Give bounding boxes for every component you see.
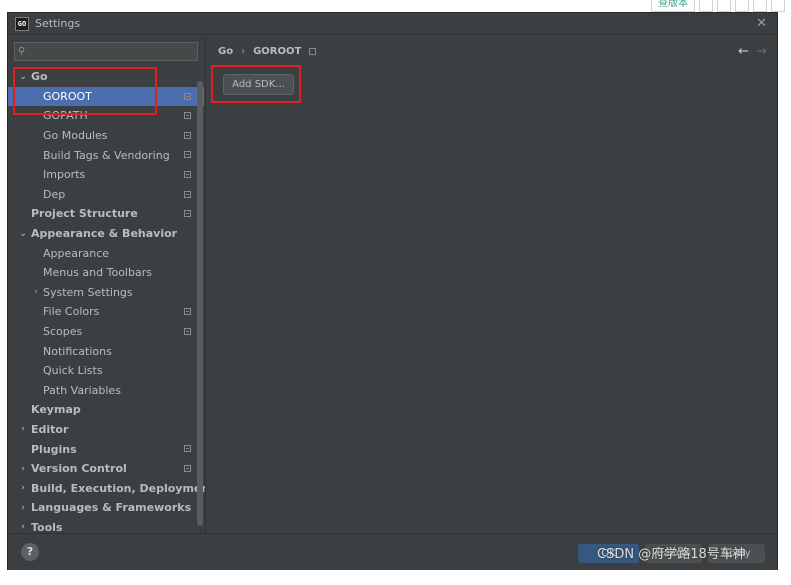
project-level-icon xyxy=(309,48,317,55)
sidebar-scrollbar[interactable] xyxy=(197,81,203,526)
host-toolbar-button[interactable]: 查版本 xyxy=(651,0,695,12)
chevron-right-icon[interactable]: › xyxy=(18,483,28,493)
window-title: Settings xyxy=(35,17,81,30)
tree-item-label: Scopes xyxy=(43,325,83,339)
tree-item-dep[interactable]: Dep xyxy=(8,185,204,205)
tree-item-label: Appearance & Behavior xyxy=(31,227,178,241)
breadcrumb: Go › GOROOT xyxy=(218,46,317,57)
tree-item-go-modules[interactable]: Go Modules xyxy=(8,126,204,146)
tree-item-build-tags-vendoring[interactable]: Build Tags & Vendoring xyxy=(8,145,204,165)
tree-item-build-execution-deployment[interactable]: › Build, Execution, Deployment xyxy=(8,478,214,498)
tree-item-label: Quick Lists xyxy=(43,364,103,378)
tree-item-notifications[interactable]: Notifications xyxy=(8,341,204,361)
tree-item-label: Languages & Frameworks xyxy=(31,501,192,515)
project-level-icon xyxy=(184,170,191,178)
settings-dialog: GO Settings ✕ ⚲ ⌄ Go GOROOT GOPATH Go Module… xyxy=(7,12,778,570)
close-icon[interactable]: ✕ xyxy=(756,16,767,31)
tree-item-label: Keymap xyxy=(31,403,81,417)
forward-arrow-icon[interactable]: → xyxy=(756,44,767,59)
tree-item-languages-frameworks[interactable]: › Languages & Frameworks xyxy=(8,498,204,518)
tree-item-label: Menus and Toolbars xyxy=(43,266,152,280)
tree-item-label: Imports xyxy=(43,168,86,182)
tree-item-label: Notifications xyxy=(43,344,112,358)
tree-item-label: Editor xyxy=(31,422,69,436)
tree-item-label: Dep xyxy=(43,187,66,201)
project-level-icon xyxy=(184,327,191,335)
host-toolbar-button[interactable] xyxy=(717,0,731,12)
tree-item-path-variables[interactable]: Path Variables xyxy=(8,381,204,401)
chevron-down-icon[interactable]: ⌄ xyxy=(18,229,28,239)
tree-item-label: Build Tags & Vendoring xyxy=(43,148,170,162)
host-toolbar-button[interactable] xyxy=(771,0,785,12)
project-level-icon xyxy=(184,112,191,120)
tree-item-scopes[interactable]: Scopes xyxy=(8,322,204,342)
project-level-icon xyxy=(184,151,191,159)
help-button[interactable]: ? xyxy=(21,543,39,561)
tree-item-menus-and-toolbars[interactable]: Menus and Toolbars xyxy=(8,263,204,283)
project-level-icon xyxy=(184,190,191,198)
tree-item-label: Go Modules xyxy=(43,129,108,143)
tree-item-appearance[interactable]: Appearance xyxy=(8,243,204,263)
settings-tree: ⌄ Go GOROOT GOPATH Go Modules Build Tags & Ve… xyxy=(8,67,214,537)
host-toolbar-button[interactable] xyxy=(753,0,767,12)
tree-item-label: Tools xyxy=(31,520,63,534)
tree-item-appearance-behavior[interactable]: ⌄ Appearance & Behavior xyxy=(8,224,204,244)
csdn-watermark: CSDN @府学路18号车神 xyxy=(597,547,746,562)
chevron-right-icon[interactable]: › xyxy=(18,503,28,513)
host-toolbar-button[interactable] xyxy=(735,0,749,12)
project-level-icon xyxy=(184,131,191,139)
tree-item-keymap[interactable]: Keymap xyxy=(8,400,204,420)
settings-content: Go › GOROOT ← → Add SDK... xyxy=(205,36,777,533)
chevron-right-icon[interactable]: › xyxy=(18,464,28,474)
title-bar: GO Settings ✕ xyxy=(8,13,777,35)
goland-app-icon: GO xyxy=(15,16,29,31)
tree-item-label: Project Structure xyxy=(31,207,138,221)
chevron-right-icon[interactable]: › xyxy=(18,522,28,532)
breadcrumb-separator: › xyxy=(241,46,246,57)
tree-item-label: System Settings xyxy=(43,285,133,299)
tree-item-editor[interactable]: › Editor xyxy=(8,420,204,440)
tree-item-file-colors[interactable]: File Colors xyxy=(8,302,204,322)
host-page-strip: 查版本 xyxy=(0,0,791,12)
tree-item-version-control[interactable]: › Version Control xyxy=(8,459,204,479)
project-level-icon xyxy=(184,210,191,218)
host-page-toolbar: 查版本 xyxy=(647,0,785,12)
tree-item-project-structure[interactable]: Project Structure xyxy=(8,204,204,224)
project-level-icon xyxy=(184,464,191,472)
host-toolbar-button[interactable] xyxy=(699,0,713,12)
tree-item-imports[interactable]: Imports xyxy=(8,165,204,185)
tree-item-label: Path Variables xyxy=(43,383,121,397)
tree-item-label: Appearance xyxy=(43,246,110,260)
back-arrow-icon[interactable]: ← xyxy=(738,44,749,59)
search-input[interactable] xyxy=(27,45,188,58)
chevron-right-icon[interactable]: › xyxy=(31,287,41,297)
project-level-icon xyxy=(184,445,191,453)
search-icon: ⚲ xyxy=(18,46,26,57)
project-level-icon xyxy=(184,92,191,100)
tree-item-quick-lists[interactable]: Quick Lists xyxy=(8,361,204,381)
breadcrumb-current: GOROOT xyxy=(253,46,302,57)
tree-item-label: Plugins xyxy=(31,442,77,456)
chevron-right-icon[interactable]: › xyxy=(18,424,28,434)
annotation-box-add-sdk xyxy=(211,65,301,103)
tree-item-system-settings[interactable]: › System Settings xyxy=(8,283,204,303)
annotation-box-go-goroot xyxy=(13,67,157,115)
project-level-icon xyxy=(184,308,191,316)
tree-item-plugins[interactable]: Plugins xyxy=(8,439,204,459)
tree-item-label: Build, Execution, Deployment xyxy=(31,481,215,495)
breadcrumb-parent[interactable]: Go xyxy=(218,46,233,57)
dialog-footer: ? OK Cancel Apply CSDN @府学路18号车神 xyxy=(8,533,777,570)
tree-item-label: Version Control xyxy=(31,462,127,476)
settings-search[interactable]: ⚲ xyxy=(14,42,198,61)
tree-item-label: File Colors xyxy=(43,305,100,319)
